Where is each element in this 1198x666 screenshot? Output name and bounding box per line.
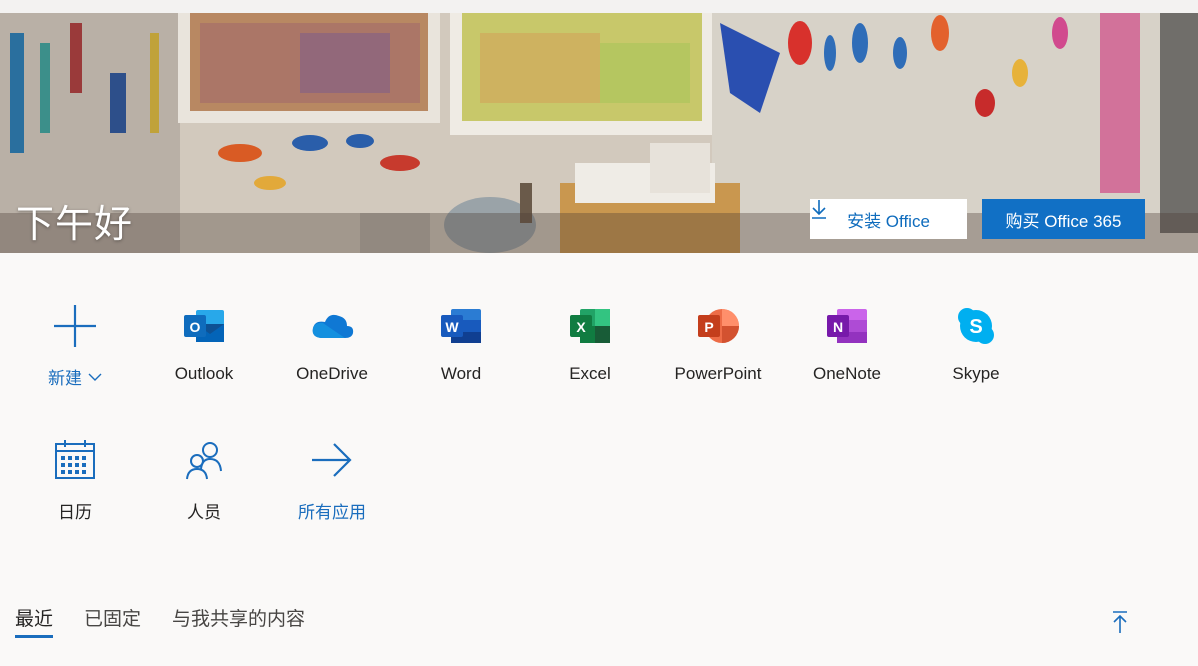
skype-icon: S: [952, 302, 1000, 350]
new-button[interactable]: 新建: [15, 302, 135, 402]
app-label-skype: Skype: [952, 364, 1000, 383]
plus-icon: [51, 302, 99, 350]
app-label-calendar: 日历: [58, 503, 92, 522]
app-tile-skype[interactable]: S Skype: [916, 302, 1036, 402]
powerpoint-icon: P: [694, 302, 742, 350]
app-tile-powerpoint[interactable]: P PowerPoint: [658, 302, 778, 402]
chevron-down-icon: [88, 373, 102, 381]
app-label-powerpoint: PowerPoint: [674, 364, 762, 383]
app-label-excel: Excel: [569, 364, 611, 383]
onenote-icon: N: [823, 302, 871, 350]
app-label-word: Word: [440, 364, 482, 383]
app-label-people: 人员: [187, 503, 221, 522]
tab-shared-with-me[interactable]: 与我共享的内容: [172, 604, 305, 638]
document-tabs: 最近 已固定 与我共享的内容: [15, 604, 336, 638]
excel-icon: X: [566, 302, 614, 350]
app-tile-onenote[interactable]: N OneNote: [787, 302, 907, 402]
install-office-button[interactable]: 安装 Office: [810, 199, 967, 239]
people-icon: [180, 436, 228, 484]
upload-icon: [1113, 611, 1127, 633]
install-office-label: 安装 Office: [847, 211, 930, 231]
download-icon: [812, 200, 826, 219]
svg-text:S: S: [969, 316, 982, 338]
app-label-outlook: Outlook: [174, 364, 234, 383]
buy-office365-button[interactable]: 购买 Office 365: [982, 199, 1145, 239]
upload-button[interactable]: [1110, 610, 1130, 634]
app-tile-word[interactable]: W Word: [401, 302, 521, 402]
arrow-right-icon: [308, 436, 356, 484]
calendar-icon: [51, 436, 99, 484]
app-tile-people[interactable]: 人员: [144, 436, 264, 536]
svg-text:O: O: [190, 319, 201, 335]
onedrive-icon: [308, 302, 356, 350]
app-tile-onedrive[interactable]: OneDrive: [272, 302, 392, 402]
app-tile-excel[interactable]: X Excel: [530, 302, 650, 402]
greeting-text: 下午好: [16, 202, 134, 246]
top-strip: [0, 0, 1198, 13]
app-label-all-apps: 所有应用: [298, 503, 366, 522]
app-label-onedrive: OneDrive: [296, 364, 368, 383]
svg-text:P: P: [704, 319, 713, 335]
tab-recent[interactable]: 最近: [15, 604, 54, 638]
outlook-icon: O: [180, 302, 228, 350]
new-label: 新建: [48, 369, 82, 388]
new-label-wrap: 新建: [48, 364, 102, 389]
app-tile-calendar[interactable]: 日历: [15, 436, 135, 536]
svg-text:N: N: [833, 319, 843, 335]
app-tile-all-apps[interactable]: 所有应用: [272, 436, 392, 536]
svg-text:X: X: [576, 319, 586, 335]
buy-office365-label: 购买 Office 365: [1005, 211, 1122, 231]
word-icon: W: [437, 302, 485, 350]
hero-banner: 下午好 安装 Office 购买 Office 365: [0, 13, 1198, 253]
app-tile-outlook[interactable]: O Outlook: [144, 302, 264, 402]
svg-text:W: W: [445, 319, 459, 335]
app-label-onenote: OneNote: [812, 364, 882, 383]
tab-pinned[interactable]: 已固定: [84, 604, 141, 638]
